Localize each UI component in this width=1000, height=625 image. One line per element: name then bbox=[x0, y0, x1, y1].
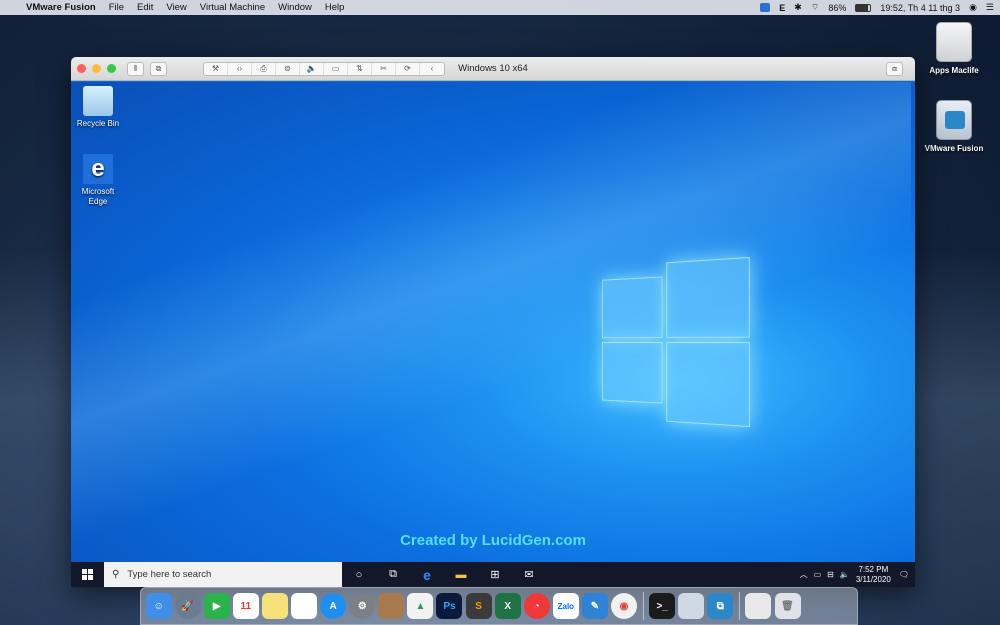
system-tray: ︿ ▭ ⊟ 🔈 7:52 PM 3/11/2020 🗨 bbox=[800, 562, 915, 587]
edge-taskbar-icon[interactable]: e bbox=[410, 562, 444, 587]
windows-taskbar: ⚲ Type here to search ○ ⧉ e ▬ ⊞ ✉ ︿ ▭ ⊟ … bbox=[71, 562, 915, 587]
shortcut-label: Microsoft Edge bbox=[81, 187, 115, 206]
shortcut-label: Recycle Bin bbox=[76, 119, 120, 128]
excel-icon[interactable]: X bbox=[494, 593, 521, 619]
menu-virtual-machine[interactable]: Virtual Machine bbox=[200, 2, 265, 13]
wallpaper-light-beam bbox=[71, 82, 911, 562]
system-preferences-icon[interactable]: ⚙ bbox=[349, 593, 376, 619]
preview-icon[interactable] bbox=[678, 593, 705, 619]
menu-edit[interactable]: Edit bbox=[137, 2, 153, 13]
vm-window-title: Windows 10 x64 bbox=[458, 63, 528, 74]
finder-icon[interactable]: ☺ bbox=[145, 593, 172, 619]
notes-icon[interactable] bbox=[261, 593, 288, 619]
recycle-bin-icon bbox=[83, 86, 113, 116]
chrome-icon[interactable]: ◉ bbox=[611, 593, 638, 619]
windows-start-icon bbox=[82, 569, 93, 580]
zalo-icon[interactable]: Zalo bbox=[552, 593, 579, 619]
user-icon[interactable]: ◉ bbox=[969, 2, 977, 13]
app-store-icon[interactable]: A bbox=[320, 593, 347, 619]
edge-shortcut[interactable]: e Microsoft Edge bbox=[71, 154, 128, 207]
tray-volume-icon[interactable]: 🔈 bbox=[840, 570, 850, 579]
start-button[interactable] bbox=[71, 562, 104, 587]
edge-icon: e bbox=[83, 154, 113, 184]
dock-separator bbox=[642, 592, 644, 620]
desktop-icon-label: Apps Maclife bbox=[929, 66, 979, 75]
vm-window-titlebar[interactable]: ⦀ ⧉ ⚒ ‹› ⎙ ⊜ 🔈 ▭ ⇅ ✂ ⟳ ‹ Windows 10 x64 … bbox=[71, 57, 915, 81]
tray-chevron-icon[interactable]: ︿ bbox=[800, 569, 808, 580]
terminal-icon[interactable]: >_ bbox=[649, 593, 676, 619]
wifi-icon[interactable]: ⌔ bbox=[811, 2, 819, 13]
calendar-icon[interactable]: 11 bbox=[232, 593, 259, 619]
menu-help[interactable]: Help bbox=[325, 2, 345, 13]
menu-file[interactable]: File bbox=[109, 2, 124, 13]
bluetooth-icon[interactable]: ✱ bbox=[794, 2, 802, 13]
input-source-indicator[interactable]: E bbox=[779, 3, 785, 13]
search-icon: ⚲ bbox=[112, 569, 120, 580]
menu-view[interactable]: View bbox=[166, 2, 186, 13]
vmware-fusion-icon[interactable]: ⧉ bbox=[707, 593, 734, 619]
tray-network-icon[interactable]: ⊟ bbox=[827, 570, 834, 579]
google-drive-icon[interactable]: ▲ bbox=[407, 593, 434, 619]
pen-icon[interactable]: ✎ bbox=[581, 593, 608, 619]
taskbar-time: 7:52 PM bbox=[858, 564, 889, 574]
search-placeholder: Type here to search bbox=[127, 569, 212, 580]
vmware-fusion-icon bbox=[936, 100, 972, 140]
browser-window-icon[interactable] bbox=[745, 593, 772, 619]
mac-dock: ☺ 🚀 ▶ 11 A ⚙ ▲ Ps S X ◔ Zalo ✎ ◉ >_ ⧉ 🗑 bbox=[140, 587, 858, 625]
battery-percent: 86% bbox=[828, 2, 847, 13]
menu-window[interactable]: Window bbox=[278, 2, 312, 13]
trash-icon[interactable]: 🗑 bbox=[774, 593, 801, 619]
taskbar-search-box[interactable]: ⚲ Type here to search bbox=[104, 562, 342, 587]
desktop-icon-label: VMware Fusion bbox=[924, 144, 984, 153]
menubar-clock[interactable]: 19:52, Th 4 11 thg 3 bbox=[880, 3, 960, 13]
books-icon[interactable] bbox=[378, 593, 405, 619]
battery-icon[interactable] bbox=[855, 3, 872, 12]
app-menu[interactable]: VMware Fusion bbox=[26, 2, 96, 13]
tray-battery-icon[interactable]: ▭ bbox=[814, 570, 822, 579]
file-explorer-icon[interactable]: ▬ bbox=[444, 562, 478, 587]
launchpad-icon[interactable]: 🚀 bbox=[174, 593, 201, 619]
store-icon[interactable]: ⊞ bbox=[478, 562, 512, 587]
taskbar-clock[interactable]: 7:52 PM 3/11/2020 bbox=[856, 565, 891, 585]
cortana-icon[interactable]: ○ bbox=[342, 562, 376, 587]
dock-separator bbox=[738, 592, 740, 620]
mac-menubar: VMware Fusion File Edit View Virtual Mac… bbox=[0, 0, 1000, 15]
vpn-icon[interactable] bbox=[760, 3, 771, 12]
menu-list-icon[interactable]: ☰ bbox=[986, 2, 994, 13]
fullscreen-button[interactable]: ⧈ bbox=[886, 62, 903, 76]
watermark-text: Created by LucidGen.com bbox=[400, 532, 586, 549]
menubar-status-area: E ✱ ⌔ 86% 19:52, Th 4 11 thg 3 ◉ ☰ bbox=[751, 0, 994, 15]
windows-logo bbox=[601, 256, 750, 428]
mail-icon[interactable]: ✉ bbox=[512, 562, 546, 587]
hard-drive-icon bbox=[936, 22, 972, 62]
task-view-icon[interactable]: ⧉ bbox=[376, 562, 410, 587]
facetime-icon[interactable]: ▶ bbox=[203, 593, 230, 619]
taskbar-date: 3/11/2020 bbox=[855, 574, 891, 584]
vm-window: ⦀ ⧉ ⚒ ‹› ⎙ ⊜ 🔈 ▭ ⇅ ✂ ⟳ ‹ Windows 10 x64 … bbox=[71, 57, 915, 587]
sublime-icon[interactable]: S bbox=[465, 593, 492, 619]
vivaldi-icon[interactable]: ◔ bbox=[523, 593, 550, 619]
notifications-icon[interactable]: 🗨 bbox=[899, 570, 909, 579]
desktop-icon-apps-maclife[interactable]: Apps Maclife bbox=[914, 22, 994, 75]
reminders-icon[interactable] bbox=[291, 593, 318, 619]
windows-desktop[interactable]: Recycle Bin e Microsoft Edge Created by … bbox=[71, 82, 915, 562]
photoshop-icon[interactable]: Ps bbox=[436, 593, 463, 619]
recycle-bin-shortcut[interactable]: Recycle Bin bbox=[71, 86, 128, 129]
desktop-icon-vmware-fusion[interactable]: VMware Fusion bbox=[914, 100, 994, 153]
